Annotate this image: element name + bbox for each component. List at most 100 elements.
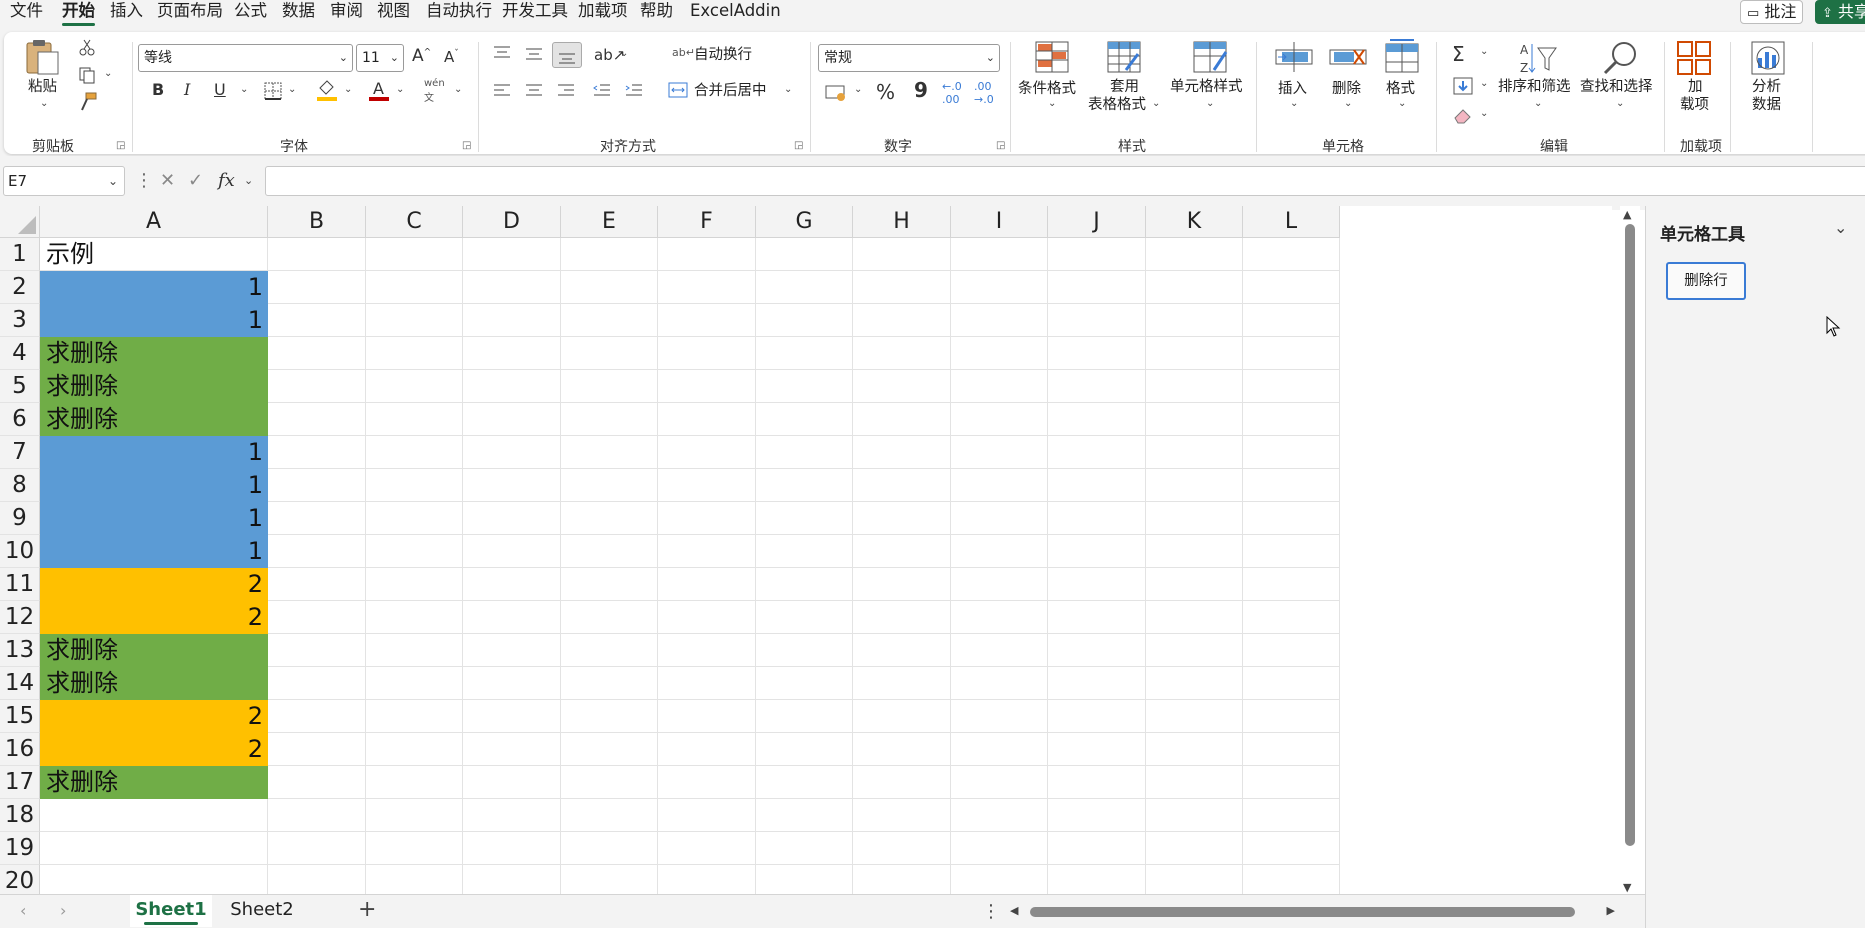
cell-a20[interactable] [40,865,268,894]
cell-j8[interactable] [1048,469,1146,502]
cell-a2[interactable]: 1 [40,271,268,304]
decrease-indent-icon[interactable] [592,82,612,100]
cell-h6[interactable] [853,403,951,436]
cell-a12[interactable]: 2 [40,601,268,634]
cell-f17[interactable] [658,766,756,799]
cell-i6[interactable] [951,403,1048,436]
cell-k6[interactable] [1146,403,1243,436]
cell-l3[interactable] [1243,304,1340,337]
fill-icon[interactable] [1452,76,1474,96]
phonetic-dropdown-icon[interactable]: ⌄ [454,84,462,95]
addins-button[interactable]: 加 载项 [1670,36,1720,132]
cell-c15[interactable] [366,700,463,733]
cell-l2[interactable] [1243,271,1340,304]
cell-c18[interactable] [366,799,463,832]
cell-f16[interactable] [658,733,756,766]
cell-f2[interactable] [658,271,756,304]
cell-d2[interactable] [463,271,561,304]
cell-i14[interactable] [951,667,1048,700]
cell-h17[interactable] [853,766,951,799]
cell-l6[interactable] [1243,403,1340,436]
cell-b19[interactable] [268,832,366,865]
cell-c19[interactable] [366,832,463,865]
sheet-tab-sheet2[interactable]: Sheet2 [222,895,302,927]
tab-splitter-icon[interactable]: ⋮ [982,901,1000,922]
analyze-data-button[interactable]: 分析 数据 [1740,36,1796,132]
horizontal-scrollbar[interactable]: ◀ ▶ [1010,903,1615,921]
decrease-font-icon[interactable]: Aˇ [444,48,459,66]
cell-c4[interactable] [366,337,463,370]
cell-f6[interactable] [658,403,756,436]
tab-developer[interactable]: 开发工具 [502,0,568,24]
cell-f12[interactable] [658,601,756,634]
cell-l15[interactable] [1243,700,1340,733]
cell-g5[interactable] [756,370,853,403]
align-center-icon[interactable] [524,82,544,100]
cell-b14[interactable] [268,667,366,700]
column-header-d[interactable]: D [463,206,561,238]
cell-e12[interactable] [561,601,658,634]
align-middle-icon[interactable] [524,44,544,62]
tab-formulas[interactable]: 公式 [234,0,267,24]
cell-b10[interactable] [268,535,366,568]
column-header-h[interactable]: H [853,206,951,238]
cell-j11[interactable] [1048,568,1146,601]
row-header-18[interactable]: 18 [0,799,40,832]
autosum-icon[interactable]: Σ [1452,42,1465,66]
cell-a18[interactable] [40,799,268,832]
cell-g6[interactable] [756,403,853,436]
underline-button[interactable]: U [214,80,226,99]
cell-k18[interactable] [1146,799,1243,832]
cell-f7[interactable] [658,436,756,469]
cell-k5[interactable] [1146,370,1243,403]
cell-h4[interactable] [853,337,951,370]
delete-cells-button[interactable]: 删除 ⌄ [1324,36,1374,132]
row-header-8[interactable]: 8 [0,469,40,502]
merge-dropdown-icon[interactable]: ⌄ [784,84,792,95]
cell-b17[interactable] [268,766,366,799]
fill-dropdown-icon[interactable]: ⌄ [1480,78,1488,89]
insert-function-button[interactable]: fx [218,166,235,196]
cell-f9[interactable] [658,502,756,535]
increase-decimal-icon[interactable]: ←.0.00 [942,80,962,106]
row-header-2[interactable]: 2 [0,271,40,304]
cell-c16[interactable] [366,733,463,766]
cell-a7[interactable]: 1 [40,436,268,469]
cell-l14[interactable] [1243,667,1340,700]
cell-c3[interactable] [366,304,463,337]
cell-f10[interactable] [658,535,756,568]
cell-a3[interactable]: 1 [40,304,268,337]
cell-f15[interactable] [658,700,756,733]
cell-k8[interactable] [1146,469,1243,502]
cell-a16[interactable]: 2 [40,733,268,766]
cell-g3[interactable] [756,304,853,337]
cell-e14[interactable] [561,667,658,700]
cell-l13[interactable] [1243,634,1340,667]
cut-icon[interactable] [78,38,96,56]
borders-icon[interactable] [264,82,282,100]
cell-c12[interactable] [366,601,463,634]
scroll-left-icon[interactable]: ◀ [1010,904,1018,917]
cell-k14[interactable] [1146,667,1243,700]
autosum-dropdown-icon[interactable]: ⌄ [1480,46,1488,57]
cell-i18[interactable] [951,799,1048,832]
cell-c2[interactable] [366,271,463,304]
cell-i5[interactable] [951,370,1048,403]
increase-font-icon[interactable]: A^ [412,46,431,66]
tab-page-layout[interactable]: 页面布局 [157,0,223,24]
cell-l9[interactable] [1243,502,1340,535]
vertical-scrollbar[interactable]: ▲ ▼ [1620,206,1640,894]
font-color-icon[interactable]: A [368,78,390,102]
cell-j19[interactable] [1048,832,1146,865]
cell-b11[interactable] [268,568,366,601]
cell-j9[interactable] [1048,502,1146,535]
cell-i7[interactable] [951,436,1048,469]
cell-l16[interactable] [1243,733,1340,766]
cell-h15[interactable] [853,700,951,733]
cell-c6[interactable] [366,403,463,436]
cell-f8[interactable] [658,469,756,502]
cell-e19[interactable] [561,832,658,865]
cell-f13[interactable] [658,634,756,667]
cell-k10[interactable] [1146,535,1243,568]
cell-i9[interactable] [951,502,1048,535]
